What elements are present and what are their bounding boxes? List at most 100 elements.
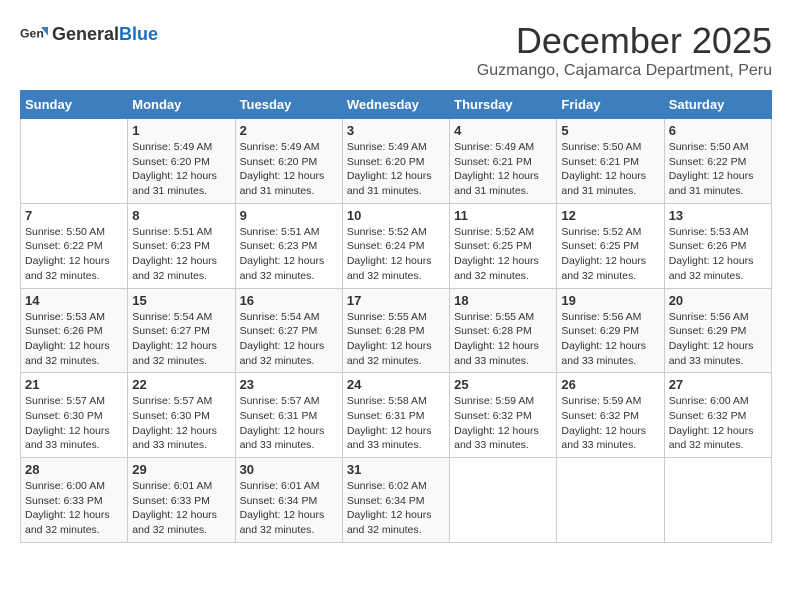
- calendar-cell: 1Sunrise: 5:49 AMSunset: 6:20 PMDaylight…: [128, 119, 235, 204]
- day-number: 13: [669, 208, 767, 223]
- calendar-cell: 27Sunrise: 6:00 AMSunset: 6:32 PMDayligh…: [664, 373, 771, 458]
- calendar-cell: 29Sunrise: 6:01 AMSunset: 6:33 PMDayligh…: [128, 458, 235, 543]
- day-info: Sunrise: 5:54 AMSunset: 6:27 PMDaylight:…: [132, 310, 230, 369]
- calendar-cell: 12Sunrise: 5:52 AMSunset: 6:25 PMDayligh…: [557, 203, 664, 288]
- day-number: 20: [669, 293, 767, 308]
- calendar-cell: [21, 119, 128, 204]
- calendar-week-3: 14 Sunrise: 5:53 AMSunset: 6:26 PMDayligh…: [21, 288, 772, 373]
- page-header: Gen GeneralBlue December 2025 Guzmango, …: [20, 20, 772, 80]
- weekday-header-tuesday: Tuesday: [235, 91, 342, 119]
- calendar-cell: [557, 458, 664, 543]
- calendar-cell: 10Sunrise: 5:52 AMSunset: 6:24 PMDayligh…: [342, 203, 449, 288]
- day-number: 29: [132, 462, 230, 477]
- calendar-week-2: 7Sunrise: 5:50 AMSunset: 6:22 PMDaylight…: [21, 203, 772, 288]
- day-info: Sunrise: 5:53 AMSunset: 6:26 PMDaylight:…: [25, 310, 123, 369]
- logo-icon: Gen: [20, 20, 48, 48]
- day-info: Sunrise: 5:56 AMSunset: 6:29 PMDaylight:…: [669, 310, 767, 369]
- day-info: Sunrise: 5:54 AMSunset: 6:27 PMDaylight:…: [240, 310, 338, 369]
- day-number: 6: [669, 123, 767, 138]
- day-info: Sunrise: 6:02 AMSunset: 6:34 PMDaylight:…: [347, 479, 445, 538]
- day-info: Sunrise: 5:57 AMSunset: 6:30 PMDaylight:…: [25, 394, 123, 453]
- day-number: 11: [454, 208, 552, 223]
- day-number: 26: [561, 377, 659, 392]
- day-number: 12: [561, 208, 659, 223]
- day-number: 24: [347, 377, 445, 392]
- day-info: Sunrise: 5:51 AMSunset: 6:23 PMDaylight:…: [132, 225, 230, 284]
- calendar-cell: 5Sunrise: 5:50 AMSunset: 6:21 PMDaylight…: [557, 119, 664, 204]
- calendar-cell: 23Sunrise: 5:57 AMSunset: 6:31 PMDayligh…: [235, 373, 342, 458]
- calendar-cell: 8 Sunrise: 5:51 AMSunset: 6:23 PMDaylight…: [128, 203, 235, 288]
- day-info: Sunrise: 5:59 AMSunset: 6:32 PMDaylight:…: [454, 394, 552, 453]
- day-number: 15: [132, 293, 230, 308]
- logo-text-blue: Blue: [119, 24, 158, 44]
- day-info: Sunrise: 5:49 AMSunset: 6:20 PMDaylight:…: [240, 140, 338, 199]
- title-area: December 2025 Guzmango, Cajamarca Depart…: [477, 20, 772, 80]
- calendar-table: SundayMondayTuesdayWednesdayThursdayFrid…: [20, 90, 772, 543]
- calendar-cell: [664, 458, 771, 543]
- day-number: 30: [240, 462, 338, 477]
- day-number: 3: [347, 123, 445, 138]
- day-number: 10: [347, 208, 445, 223]
- calendar-cell: 19 Sunrise: 5:56 AMSunset: 6:29 PMDayligh…: [557, 288, 664, 373]
- calendar-cell: 4 Sunrise: 5:49 AMSunset: 6:21 PMDaylight…: [450, 119, 557, 204]
- calendar-cell: 17 Sunrise: 5:55 AMSunset: 6:28 PMDayligh…: [342, 288, 449, 373]
- weekday-header-thursday: Thursday: [450, 91, 557, 119]
- day-number: 14: [25, 293, 123, 308]
- day-number: 17: [347, 293, 445, 308]
- day-number: 21: [25, 377, 123, 392]
- logo: Gen GeneralBlue: [20, 20, 158, 48]
- day-info: Sunrise: 5:53 AMSunset: 6:26 PMDaylight:…: [669, 225, 767, 284]
- calendar-cell: 11 Sunrise: 5:52 AMSunset: 6:25 PMDayligh…: [450, 203, 557, 288]
- calendar-cell: 20 Sunrise: 5:56 AMSunset: 6:29 PMDayligh…: [664, 288, 771, 373]
- calendar-cell: 7Sunrise: 5:50 AMSunset: 6:22 PMDaylight…: [21, 203, 128, 288]
- day-info: Sunrise: 5:59 AMSunset: 6:32 PMDaylight:…: [561, 394, 659, 453]
- day-number: 2: [240, 123, 338, 138]
- calendar-cell: 28 Sunrise: 6:00 AMSunset: 6:33 PMDayligh…: [21, 458, 128, 543]
- weekday-header-wednesday: Wednesday: [342, 91, 449, 119]
- calendar-cell: 2 Sunrise: 5:49 AMSunset: 6:20 PMDaylight…: [235, 119, 342, 204]
- day-number: 9: [240, 208, 338, 223]
- day-info: Sunrise: 5:57 AMSunset: 6:31 PMDaylight:…: [240, 394, 338, 453]
- day-info: Sunrise: 6:00 AMSunset: 6:33 PMDaylight:…: [25, 479, 123, 538]
- calendar-cell: 6 Sunrise: 5:50 AMSunset: 6:22 PMDaylight…: [664, 119, 771, 204]
- day-info: Sunrise: 6:01 AMSunset: 6:34 PMDaylight:…: [240, 479, 338, 538]
- day-number: 16: [240, 293, 338, 308]
- calendar-cell: 13 Sunrise: 5:53 AMSunset: 6:26 PMDayligh…: [664, 203, 771, 288]
- calendar-cell: 22 Sunrise: 5:57 AMSunset: 6:30 PMDayligh…: [128, 373, 235, 458]
- day-number: 25: [454, 377, 552, 392]
- day-number: 19: [561, 293, 659, 308]
- day-info: Sunrise: 5:55 AMSunset: 6:28 PMDaylight:…: [347, 310, 445, 369]
- day-number: 28: [25, 462, 123, 477]
- location-title: Guzmango, Cajamarca Department, Peru: [477, 62, 772, 80]
- svg-text:Gen: Gen: [20, 27, 44, 41]
- calendar-cell: 3Sunrise: 5:49 AMSunset: 6:20 PMDaylight…: [342, 119, 449, 204]
- calendar-cell: [450, 458, 557, 543]
- day-info: Sunrise: 5:58 AMSunset: 6:31 PMDaylight:…: [347, 394, 445, 453]
- calendar-cell: 9 Sunrise: 5:51 AMSunset: 6:23 PMDaylight…: [235, 203, 342, 288]
- day-info: Sunrise: 5:52 AMSunset: 6:25 PMDaylight:…: [454, 225, 552, 284]
- weekday-header-monday: Monday: [128, 91, 235, 119]
- day-info: Sunrise: 5:57 AMSunset: 6:30 PMDaylight:…: [132, 394, 230, 453]
- day-info: Sunrise: 5:56 AMSunset: 6:29 PMDaylight:…: [561, 310, 659, 369]
- month-title: December 2025: [477, 20, 772, 62]
- calendar-week-4: 21 Sunrise: 5:57 AMSunset: 6:30 PMDayligh…: [21, 373, 772, 458]
- day-info: Sunrise: 5:50 AMSunset: 6:22 PMDaylight:…: [669, 140, 767, 199]
- day-number: 18: [454, 293, 552, 308]
- weekday-header-saturday: Saturday: [664, 91, 771, 119]
- day-info: Sunrise: 5:49 AMSunset: 6:20 PMDaylight:…: [132, 140, 230, 199]
- calendar-cell: 25 Sunrise: 5:59 AMSunset: 6:32 PMDayligh…: [450, 373, 557, 458]
- day-info: Sunrise: 5:51 AMSunset: 6:23 PMDaylight:…: [240, 225, 338, 284]
- day-info: Sunrise: 5:55 AMSunset: 6:28 PMDaylight:…: [454, 310, 552, 369]
- day-number: 7: [25, 208, 123, 223]
- day-number: 31: [347, 462, 445, 477]
- day-number: 4: [454, 123, 552, 138]
- calendar-week-5: 28 Sunrise: 6:00 AMSunset: 6:33 PMDayligh…: [21, 458, 772, 543]
- calendar-cell: 21 Sunrise: 5:57 AMSunset: 6:30 PMDayligh…: [21, 373, 128, 458]
- day-info: Sunrise: 5:49 AMSunset: 6:21 PMDaylight:…: [454, 140, 552, 199]
- calendar-cell: 16 Sunrise: 5:54 AMSunset: 6:27 PMDayligh…: [235, 288, 342, 373]
- weekday-header-sunday: Sunday: [21, 91, 128, 119]
- day-number: 22: [132, 377, 230, 392]
- day-number: 8: [132, 208, 230, 223]
- calendar-cell: 30 Sunrise: 6:01 AMSunset: 6:34 PMDayligh…: [235, 458, 342, 543]
- calendar-cell: 18 Sunrise: 5:55 AMSunset: 6:28 PMDayligh…: [450, 288, 557, 373]
